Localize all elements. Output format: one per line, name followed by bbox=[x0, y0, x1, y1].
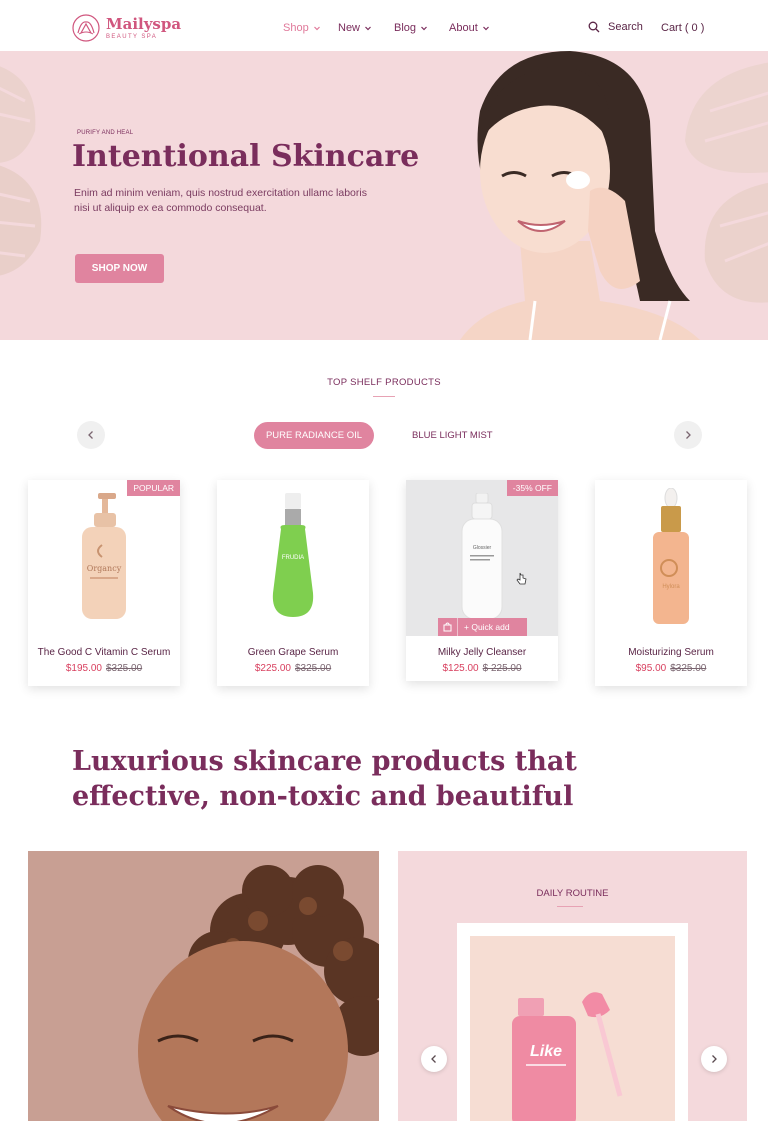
nav-label: About bbox=[449, 22, 478, 34]
product-name[interactable]: Green Grape Serum bbox=[217, 647, 369, 658]
search-label: Search bbox=[608, 21, 643, 33]
carousel-prev-button[interactable] bbox=[77, 421, 105, 449]
search-icon bbox=[588, 21, 600, 33]
product-price: $225.00 $325.00 bbox=[217, 663, 369, 674]
chevron-down-icon bbox=[365, 26, 371, 31]
nav-label: New bbox=[338, 22, 361, 34]
bottle-label: FRUDIA bbox=[282, 555, 304, 561]
section-title: TOP SHELF PRODUCTS bbox=[327, 377, 441, 388]
nav-item-about[interactable]: About bbox=[449, 22, 490, 34]
discount-badge: -35% OFF bbox=[506, 480, 558, 496]
current-price: $225.00 bbox=[254, 663, 291, 674]
original-price: $325.00 bbox=[295, 663, 332, 674]
bottle-label: Glossier bbox=[473, 545, 492, 551]
product-image: Glossier bbox=[406, 480, 558, 636]
product-card[interactable]: Hylora Moisturizing Serum $95.00 $325.00 bbox=[595, 480, 747, 686]
shop-now-button[interactable]: SHOP NOW bbox=[75, 254, 164, 283]
bottle-label: Like bbox=[530, 1043, 562, 1060]
chevron-right-icon bbox=[712, 1055, 717, 1063]
product-name[interactable]: Moisturizing Serum bbox=[595, 647, 747, 658]
chevron-left-icon bbox=[88, 431, 93, 439]
dropper-bottle-image: Hylora bbox=[653, 488, 689, 624]
chevron-left-icon bbox=[431, 1055, 436, 1063]
product-price: $125.00 $ 225.00 bbox=[406, 663, 558, 674]
title-underline bbox=[557, 906, 583, 907]
chevron-right-icon bbox=[686, 431, 691, 439]
pump-bottle-image: Organcy bbox=[82, 493, 126, 619]
current-price: $195.00 bbox=[65, 663, 102, 674]
product-image: Organcy bbox=[28, 480, 180, 636]
nav-label: Blog bbox=[394, 22, 417, 34]
product-card[interactable]: Glossier -35% OFF + Quick add Milky Jell… bbox=[406, 480, 558, 681]
current-price: $95.00 bbox=[635, 663, 667, 674]
smiling-woman-image bbox=[28, 851, 379, 1121]
search-button[interactable]: Search bbox=[588, 21, 643, 33]
product-card[interactable]: Organcy POPULAR The Good C Vitamin C Ser… bbox=[28, 480, 180, 686]
green-serum-bottle-image: FRUDIA bbox=[272, 493, 314, 617]
section-headline: Luxurious skincare products that effecti… bbox=[72, 746, 577, 812]
hero-model-image bbox=[460, 51, 700, 340]
nav-item-shop[interactable]: Shop bbox=[283, 22, 321, 34]
current-price: $125.00 bbox=[442, 663, 479, 674]
woman-portrait-illustration bbox=[28, 851, 379, 1121]
monstera-leaf-decoration bbox=[0, 66, 42, 276]
quick-add-label: + Quick add bbox=[464, 622, 510, 632]
routine-title: DAILY ROUTINE bbox=[536, 888, 609, 899]
product-image: Hylora bbox=[595, 480, 747, 636]
routine-prev-button[interactable] bbox=[421, 1046, 447, 1072]
site-header: Mailyspa BEAUTY SPA Shop New Blog About … bbox=[0, 0, 768, 51]
chevron-down-icon bbox=[482, 26, 489, 31]
product-image: FRUDIA bbox=[217, 480, 369, 636]
hero-title: Intentional Skincare bbox=[72, 139, 420, 174]
hero-banner: PURIFY AND HEAL Intentional Skincare Eni… bbox=[0, 51, 768, 340]
routine-next-button[interactable] bbox=[701, 1046, 727, 1072]
carousel-next-button[interactable] bbox=[674, 421, 702, 449]
chevron-down-icon bbox=[313, 26, 320, 31]
product-price: $95.00 $325.00 bbox=[595, 663, 747, 674]
brand-logo[interactable]: Mailyspa BEAUTY SPA bbox=[72, 14, 181, 42]
tab-blue-light-mist[interactable]: BLUE LIGHT MIST bbox=[412, 430, 493, 441]
quick-add-button[interactable]: + Quick add bbox=[438, 618, 527, 636]
brand-name: Mailyspa bbox=[106, 14, 182, 33]
nav-item-blog[interactable]: Blog bbox=[394, 22, 428, 34]
daily-routine-panel: DAILY ROUTINE Like bbox=[398, 851, 747, 1121]
product-price: $195.00 $325.00 bbox=[28, 663, 180, 674]
hero-description: Enim ad minim veniam, quis nostrud exerc… bbox=[74, 187, 367, 214]
cart-link[interactable]: Cart ( 0 ) bbox=[661, 22, 704, 34]
hero-eyebrow: PURIFY AND HEAL bbox=[77, 130, 134, 136]
original-price: $325.00 bbox=[106, 663, 143, 674]
bottle-label: Hylora bbox=[662, 584, 680, 590]
original-price: $325.00 bbox=[670, 663, 707, 674]
product-name[interactable]: The Good C Vitamin C Serum bbox=[28, 647, 180, 658]
nav-item-new[interactable]: New bbox=[338, 22, 372, 34]
title-underline bbox=[373, 396, 395, 397]
bottle-label: Organcy bbox=[87, 564, 122, 573]
lotus-logo-icon bbox=[72, 14, 100, 42]
original-price: $ 225.00 bbox=[482, 663, 522, 674]
routine-product-image: Like bbox=[470, 936, 675, 1121]
product-name[interactable]: Milky Jelly Cleanser bbox=[406, 647, 558, 658]
nav-label: Shop bbox=[283, 22, 309, 34]
cleanser-bottle-image: Glossier bbox=[461, 493, 503, 620]
product-card[interactable]: FRUDIA Green Grape Serum $225.00 $325.00 bbox=[217, 480, 369, 686]
brand-tagline: BEAUTY SPA bbox=[106, 33, 158, 40]
routine-product-frame: Like bbox=[457, 923, 688, 1121]
bag-icon bbox=[438, 618, 458, 636]
tab-pure-radiance-oil[interactable]: PURE RADIANCE OIL bbox=[254, 422, 374, 449]
chevron-down-icon bbox=[421, 26, 427, 31]
pointer-cursor-icon bbox=[516, 572, 527, 585]
popular-badge: POPULAR bbox=[127, 480, 180, 496]
